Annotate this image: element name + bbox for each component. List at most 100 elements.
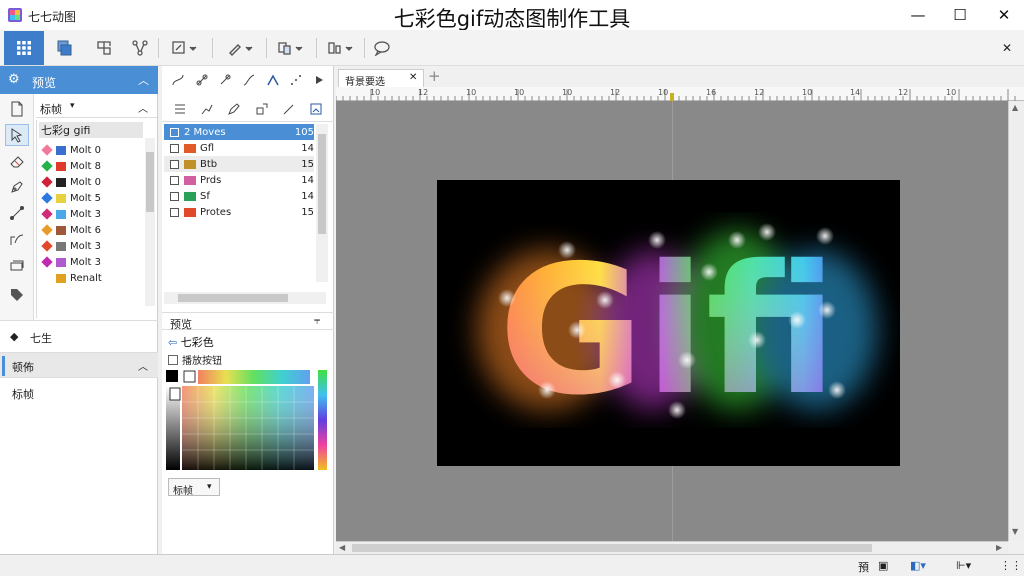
- frame-row[interactable]: Gfl 14: [164, 140, 314, 156]
- frame-row[interactable]: Sf 14: [164, 188, 314, 204]
- ruler-ticks: [336, 89, 1016, 101]
- minimize-button[interactable]: —: [900, 4, 936, 26]
- frame-checkbox[interactable]: [170, 191, 179, 201]
- color-grid[interactable]: [166, 370, 314, 470]
- scroll-left-icon[interactable]: ◀: [339, 543, 345, 552]
- app-window: 七七动图 七彩色gif动态图制作工具 — ☐ ✕ ✕ ⚙ 预览 ︿ 标帧 ▾ ︿…: [0, 0, 1024, 576]
- grid-status-icon[interactable]: ⋮⋮: [1000, 559, 1022, 572]
- transform-button[interactable]: [92, 35, 116, 61]
- scrollbar-thumb[interactable]: [146, 152, 154, 212]
- layer-item[interactable]: Renalt: [37, 270, 145, 286]
- color-picker[interactable]: [166, 370, 314, 470]
- frame-scrollbar[interactable]: [316, 124, 328, 282]
- workspace[interactable]: Gifi Gifi: [336, 101, 1008, 541]
- chevron-up-icon[interactable]: ︿: [138, 358, 148, 373]
- pin-icon[interactable]: ⫧: [314, 314, 320, 328]
- chevron-up-icon[interactable]: ︿: [138, 100, 148, 115]
- pen-curve-icon[interactable]: [242, 73, 256, 87]
- layer-item[interactable]: Molt 0: [37, 174, 145, 190]
- hue-slider[interactable]: [318, 370, 327, 470]
- curve-s-icon[interactable]: [171, 73, 185, 87]
- color-link[interactable]: ⇦ 七彩色: [168, 334, 214, 350]
- frame-row[interactable]: Prds 14: [164, 172, 314, 188]
- line-tool[interactable]: [5, 202, 29, 224]
- scatter-icon[interactable]: [289, 73, 303, 87]
- layer-list-title[interactable]: 七彩g gifi: [39, 122, 143, 138]
- layer-item[interactable]: Molt 8: [37, 158, 145, 174]
- layer-item[interactable]: Molt 0: [37, 142, 145, 158]
- tag-tool[interactable]: [5, 284, 29, 306]
- nodes-button[interactable]: [128, 35, 152, 61]
- new-file-tool[interactable]: [5, 98, 29, 120]
- frame-checkbox[interactable]: [170, 175, 179, 185]
- section-3-item[interactable]: 标帧: [12, 386, 34, 402]
- mode-dropdown[interactable]: 标帧 ▾: [168, 478, 220, 497]
- scrollbar-thumb[interactable]: [178, 294, 288, 302]
- draw-icon[interactable]: [282, 102, 296, 116]
- layer-item[interactable]: Molt 6: [37, 222, 145, 238]
- close-panel-button[interactable]: ✕: [1002, 41, 1012, 55]
- layers-button[interactable]: [52, 35, 76, 61]
- layers-status-icon[interactable]: ◧▾: [910, 559, 926, 572]
- frame-checkbox[interactable]: [170, 207, 179, 217]
- scroll-down-icon[interactable]: ▼: [1012, 527, 1018, 536]
- play-icon[interactable]: [313, 74, 325, 86]
- layer-scrollbar[interactable]: [145, 138, 155, 306]
- link-2-icon[interactable]: [218, 73, 232, 87]
- frame-checkbox[interactable]: [170, 143, 179, 153]
- crop-dropdown[interactable]: [166, 35, 202, 61]
- frame-row[interactable]: Protes 15: [164, 204, 314, 220]
- export-dropdown[interactable]: [272, 35, 308, 61]
- frame-checkbox[interactable]: [170, 159, 179, 169]
- scroll-right-icon[interactable]: ▶: [996, 543, 1002, 552]
- gallery-icon[interactable]: [309, 102, 323, 116]
- frame-tool[interactable]: [5, 254, 29, 276]
- close-button[interactable]: ✕: [986, 4, 1022, 26]
- select-tool[interactable]: [5, 124, 29, 146]
- graph-icon[interactable]: [200, 102, 214, 116]
- scrollbar-thumb[interactable]: [318, 134, 326, 234]
- comment-button[interactable]: [370, 35, 394, 61]
- image-icon[interactable]: ▣: [878, 559, 888, 572]
- horizontal-scrollbar[interactable]: ◀ ▶: [336, 541, 1008, 554]
- chevron-up-icon[interactable]: ︿: [138, 72, 149, 88]
- frame-row[interactable]: Btb 15: [164, 156, 314, 172]
- title-bar: 七七动图 七彩色gif动态图制作工具 — ☐ ✕: [0, 0, 1024, 31]
- file-icon: [11, 101, 23, 117]
- pen-tool[interactable]: [5, 176, 29, 198]
- brush-dropdown[interactable]: [222, 35, 258, 61]
- edit-icon[interactable]: [227, 102, 241, 116]
- section-3-header[interactable]: 顿佈 ︿: [0, 352, 158, 378]
- tool-column: [0, 94, 34, 320]
- eraser-tool[interactable]: [5, 150, 29, 172]
- scroll-up-icon[interactable]: ▲: [1012, 103, 1018, 112]
- play-checkbox[interactable]: 播放按钮: [168, 352, 222, 367]
- layer-item[interactable]: Molt 5: [37, 190, 145, 206]
- sparkle: [678, 351, 696, 369]
- peak-icon[interactable]: [266, 73, 280, 87]
- align-dropdown[interactable]: [322, 35, 358, 61]
- layer-item[interactable]: Molt 3: [37, 254, 145, 270]
- gif-canvas[interactable]: Gifi Gifi: [437, 180, 900, 466]
- checkbox-box[interactable]: [168, 354, 178, 365]
- grid-view-button[interactable]: [4, 31, 44, 65]
- frame-checkbox[interactable]: [170, 127, 179, 137]
- vertical-scrollbar[interactable]: ▲ ▼: [1008, 101, 1024, 541]
- curve-tool[interactable]: [5, 228, 29, 250]
- frame-hscrollbar[interactable]: [164, 292, 326, 304]
- section-dropdown[interactable]: 标帧 ▾ ︿: [36, 96, 157, 118]
- add-tab-button[interactable]: +: [428, 67, 441, 85]
- frame-row[interactable]: 2 Moves 105: [164, 124, 314, 140]
- document-tab[interactable]: 背景要选 ✕: [338, 69, 424, 88]
- maximize-button[interactable]: ☐: [942, 4, 978, 26]
- layer-item[interactable]: Molt 3: [37, 206, 145, 222]
- nav-header[interactable]: ⚙ 预览 ︿: [0, 66, 158, 94]
- layer-item[interactable]: Molt 3: [37, 238, 145, 254]
- resize-icon[interactable]: [255, 102, 269, 116]
- scrollbar-thumb[interactable]: [352, 544, 872, 552]
- link-icon[interactable]: [195, 73, 209, 87]
- tab-close-button[interactable]: ✕: [409, 72, 417, 83]
- ruler-status-icon[interactable]: ⊩▾: [956, 559, 971, 572]
- section-2[interactable]: ◆ 七生: [0, 320, 158, 350]
- list-icon[interactable]: [173, 102, 187, 116]
